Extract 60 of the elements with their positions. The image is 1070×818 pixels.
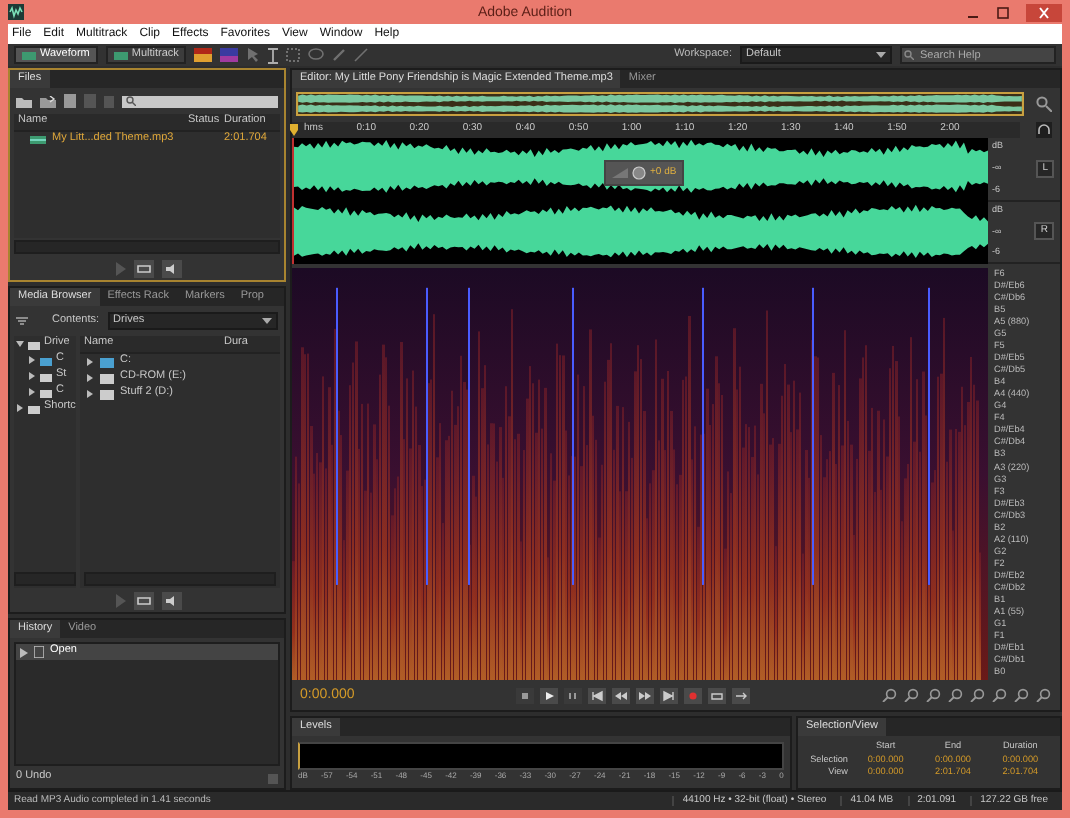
text-cursor-icon[interactable] [268,47,279,63]
waveform-drawing[interactable] [294,138,988,264]
zoom-icon[interactable] [926,688,942,702]
expand-triangle-icon[interactable] [28,372,36,380]
lasso-icon[interactable] [308,48,325,62]
waveform-icon [22,51,36,59]
overview-drawing[interactable] [296,92,1024,116]
app-icon [8,4,24,20]
spectrum-icon[interactable] [194,48,213,62]
filter-icon[interactable] [16,316,28,326]
expand-triangle-icon[interactable] [86,374,94,382]
expand-triangle-icon[interactable] [16,404,24,412]
dropdown-arrow-icon [876,52,886,58]
brush-icon[interactable] [332,48,347,62]
playhead-icon[interactable] [290,124,298,136]
marquee-icon[interactable] [286,48,301,62]
expand-triangle-icon[interactable] [86,390,94,398]
zoom-icon[interactable] [948,688,964,702]
stop-icon[interactable] [516,687,534,703]
zoom-icon[interactable] [904,688,920,702]
folder-icon[interactable] [40,95,56,107]
volume-ramp-icon [612,168,628,178]
zoom-icon[interactable] [882,688,898,702]
search-field[interactable] [122,95,278,107]
search-icon [126,96,136,106]
pause-icon[interactable] [564,687,582,703]
zoom-icon[interactable] [970,688,986,702]
fast-forward-icon[interactable] [636,687,654,703]
loop-icon[interactable] [708,687,726,703]
collapse-triangle-icon[interactable] [16,340,24,348]
zoom-icon[interactable] [1036,688,1052,702]
rewind-icon[interactable] [612,687,630,703]
expand-triangle-icon[interactable] [86,358,94,366]
zoom-icon[interactable] [1036,96,1052,112]
maximize-icon[interactable] [996,5,1010,19]
headphones-icon[interactable] [1036,121,1052,137]
loop-icon[interactable] [133,259,153,277]
record-icon[interactable] [684,687,702,703]
speaker-icon[interactable] [161,259,181,277]
dropdown-arrow-icon [262,318,272,324]
skip-selection-icon[interactable] [732,687,750,703]
pencil-icon[interactable] [354,48,369,62]
pointer-icon[interactable] [246,48,261,62]
waveform-icon [113,51,128,59]
spectrogram-drawing[interactable] [292,268,988,680]
waveform-file-icon [30,136,46,144]
speaker-icon[interactable] [161,591,181,609]
play-icon [20,647,28,657]
document-icon [34,646,44,658]
play-icon[interactable] [540,687,558,703]
loop-icon[interactable] [133,591,153,609]
expand-triangle-icon[interactable] [28,356,36,364]
zoom-icon[interactable] [1014,688,1030,702]
close-button[interactable] [1026,3,1062,21]
zoom-icon[interactable] [992,688,1008,702]
skip-forward-icon[interactable] [660,687,678,703]
folder-icon[interactable] [16,95,32,107]
knob-icon [632,166,646,180]
expand-triangle-icon[interactable] [28,388,36,396]
skip-back-icon[interactable] [588,687,606,703]
